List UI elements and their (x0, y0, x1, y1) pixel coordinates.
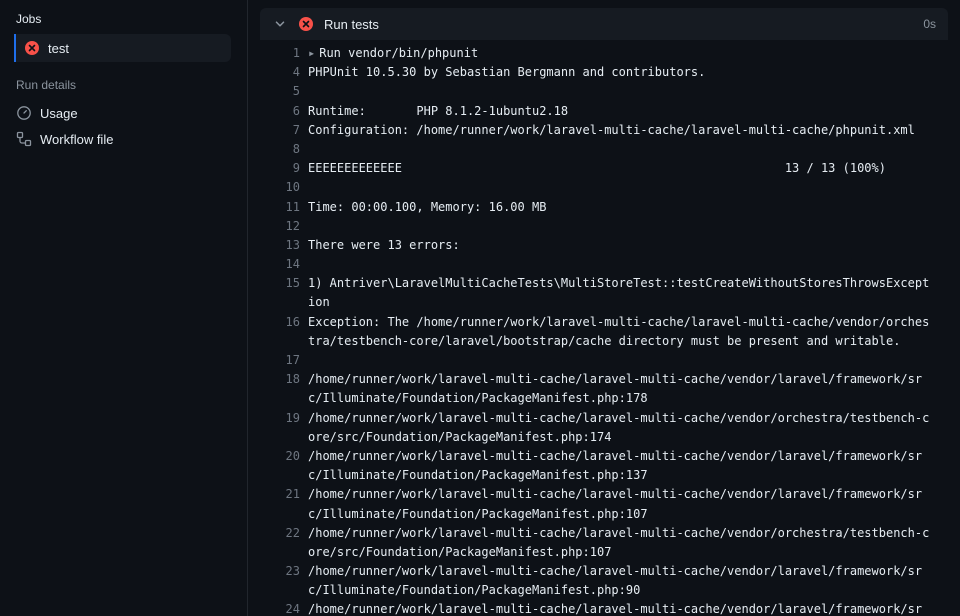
log-line: 5 (260, 82, 948, 101)
log-line-number: 1 (272, 44, 308, 63)
step-title: Run tests (324, 17, 913, 32)
log-line: 10 (260, 178, 948, 197)
log-line-number: 22 (272, 524, 308, 543)
log-line-text: Exception: The /home/runner/work/laravel… (308, 313, 936, 351)
log-line-text: Runtime: PHP 8.1.2-1ubuntu2.18 (308, 102, 936, 121)
log-line-number: 7 (272, 121, 308, 140)
log-line-number: 4 (272, 63, 308, 82)
log-line-number: 20 (272, 447, 308, 466)
sidebar-link-label: Workflow file (40, 132, 113, 147)
step-duration: 0s (923, 17, 936, 31)
log-line: 8 (260, 140, 948, 159)
sidebar-link-workflow-file[interactable]: Workflow file (16, 126, 231, 152)
log-line-text: /home/runner/work/laravel-multi-cache/la… (308, 409, 936, 447)
log-line-number: 6 (272, 102, 308, 121)
jobs-sidebar: Jobs test Run details Usage Workflow fil… (0, 0, 248, 616)
step-header[interactable]: Run tests 0s (260, 8, 948, 40)
log-line-text: /home/runner/work/laravel-multi-cache/la… (308, 524, 936, 562)
log-line-text: /home/runner/work/laravel-multi-cache/la… (308, 485, 936, 523)
log-output[interactable]: 1▸Run vendor/bin/phpunit4PHPUnit 10.5.30… (260, 40, 948, 616)
log-line-text: /home/runner/work/laravel-multi-cache/la… (308, 600, 936, 616)
run-details-heading: Run details (16, 62, 231, 100)
log-line-text: /home/runner/work/laravel-multi-cache/la… (308, 447, 936, 485)
log-line-number: 17 (272, 351, 308, 370)
sidebar-link-label: Usage (40, 106, 78, 121)
log-line-text: Configuration: /home/runner/work/laravel… (308, 121, 936, 140)
log-line-number: 19 (272, 409, 308, 428)
log-line: 20/home/runner/work/laravel-multi-cache/… (260, 447, 948, 485)
job-item-test[interactable]: test (14, 34, 231, 62)
log-line-number: 11 (272, 198, 308, 217)
log-line-number: 16 (272, 313, 308, 332)
log-line: 24/home/runner/work/laravel-multi-cache/… (260, 600, 948, 616)
log-line: 22/home/runner/work/laravel-multi-cache/… (260, 524, 948, 562)
log-line-number: 12 (272, 217, 308, 236)
log-line: 17 (260, 351, 948, 370)
log-line-text: Time: 00:00.100, Memory: 16.00 MB (308, 198, 936, 217)
log-line-text: 1) Antriver\LaravelMultiCacheTests\Multi… (308, 274, 936, 312)
job-item-label: test (48, 41, 69, 56)
meter-icon (16, 105, 32, 121)
log-line-text: /home/runner/work/laravel-multi-cache/la… (308, 370, 936, 408)
log-line: 9EEEEEEEEEEEEE 13 / 13 (100%) (260, 159, 948, 178)
log-line-number: 8 (272, 140, 308, 159)
log-line-number: 5 (272, 82, 308, 101)
caret-right-icon[interactable]: ▸ (308, 46, 315, 60)
chevron-down-icon[interactable] (272, 16, 288, 32)
log-line-number: 14 (272, 255, 308, 274)
log-line: 18/home/runner/work/laravel-multi-cache/… (260, 370, 948, 408)
log-line-number: 13 (272, 236, 308, 255)
x-circle-fill-icon (24, 40, 40, 56)
log-line-number: 15 (272, 274, 308, 293)
log-viewer: Run tests 0s 1▸Run vendor/bin/phpunit4PH… (248, 0, 960, 616)
sidebar-link-usage[interactable]: Usage (16, 100, 231, 126)
log-line: 12 (260, 217, 948, 236)
x-circle-fill-icon (298, 16, 314, 32)
log-line: 11Time: 00:00.100, Memory: 16.00 MB (260, 198, 948, 217)
log-line-text: EEEEEEEEEEEEE 13 / 13 (100%) (308, 159, 936, 178)
jobs-heading: Jobs (16, 8, 231, 34)
log-line: 23/home/runner/work/laravel-multi-cache/… (260, 562, 948, 600)
log-line: 1▸Run vendor/bin/phpunit (260, 44, 948, 63)
log-line-number: 10 (272, 178, 308, 197)
log-line: 16Exception: The /home/runner/work/larav… (260, 313, 948, 351)
log-line-number: 9 (272, 159, 308, 178)
log-line-number: 24 (272, 600, 308, 616)
log-line: 14 (260, 255, 948, 274)
log-line: 19/home/runner/work/laravel-multi-cache/… (260, 409, 948, 447)
log-line-text: PHPUnit 10.5.30 by Sebastian Bergmann an… (308, 63, 936, 82)
log-line-text: ▸Run vendor/bin/phpunit (308, 44, 936, 63)
log-line: 4PHPUnit 10.5.30 by Sebastian Bergmann a… (260, 63, 948, 82)
log-line: 6Runtime: PHP 8.1.2-1ubuntu2.18 (260, 102, 948, 121)
log-line: 151) Antriver\LaravelMultiCacheTests\Mul… (260, 274, 948, 312)
log-line: 21/home/runner/work/laravel-multi-cache/… (260, 485, 948, 523)
log-line-number: 23 (272, 562, 308, 581)
log-line: 7Configuration: /home/runner/work/larave… (260, 121, 948, 140)
log-line-text: There were 13 errors: (308, 236, 936, 255)
log-line: 13There were 13 errors: (260, 236, 948, 255)
workflow-icon (16, 131, 32, 147)
log-line-number: 18 (272, 370, 308, 389)
log-line-text: /home/runner/work/laravel-multi-cache/la… (308, 562, 936, 600)
log-line-number: 21 (272, 485, 308, 504)
